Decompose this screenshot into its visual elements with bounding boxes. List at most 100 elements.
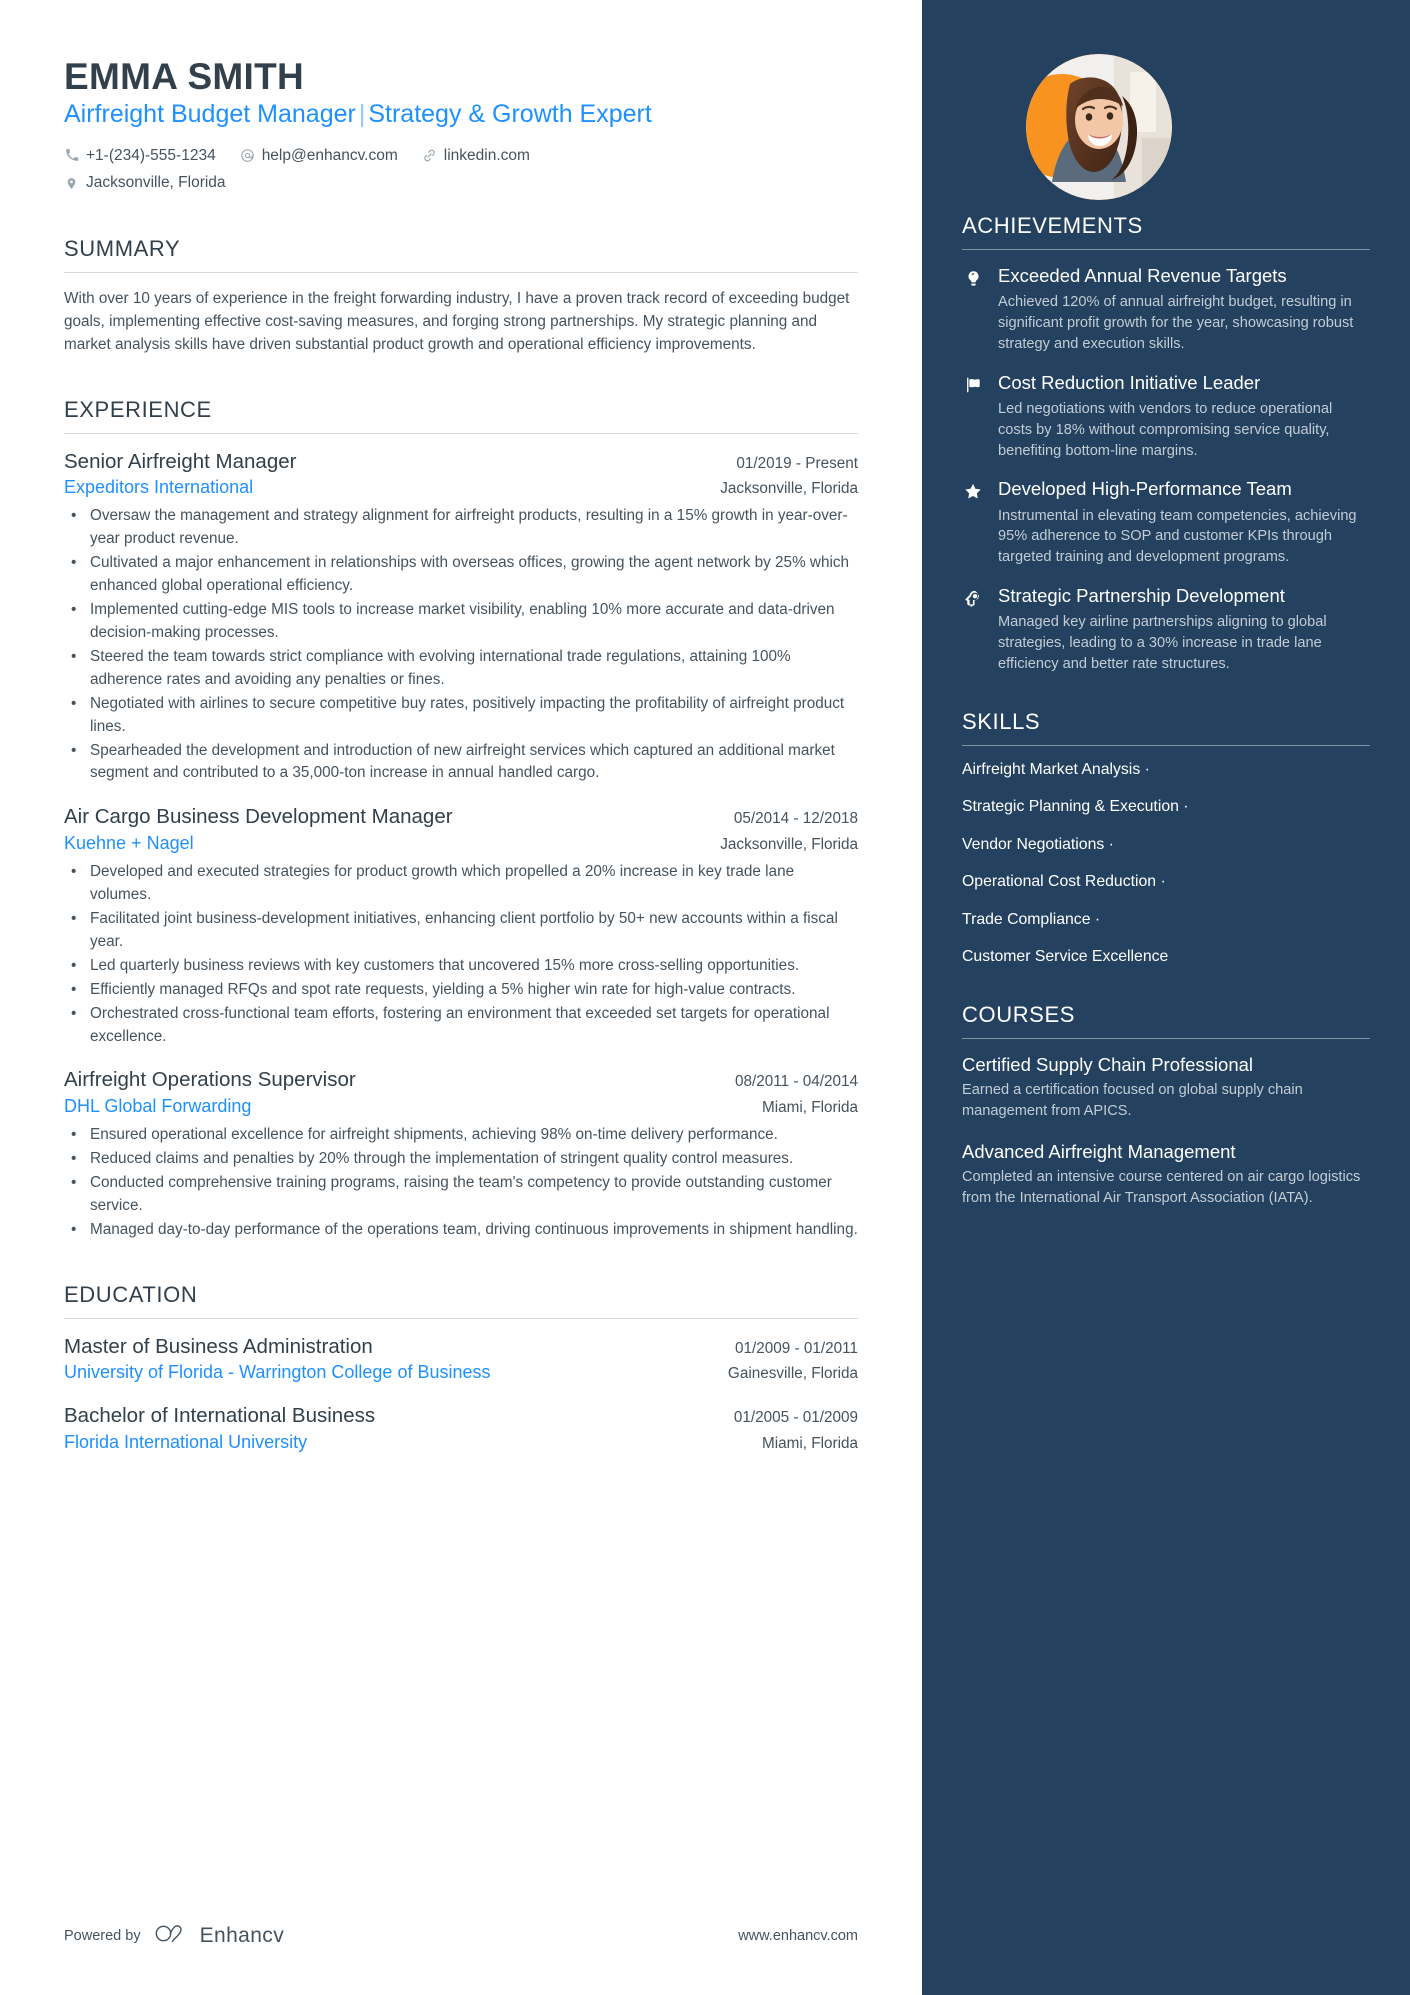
achievements-heading: ACHIEVEMENTS — [962, 213, 1143, 238]
section-skills: SKILLS Airfreight Market Analysis · Stra… — [962, 709, 1370, 968]
footer-url[interactable]: www.enhancv.com — [738, 1928, 858, 1944]
contact-location: Jacksonville, Florida — [64, 170, 226, 196]
list-item: • Efficiently managed RFQs and spot rate… — [64, 979, 858, 1002]
list-item: • Reduced claims and penalties by 20% th… — [64, 1148, 858, 1171]
achievement-title: Strategic Partnership Development — [998, 585, 1285, 607]
achievement-item: Cost Reduction Initiative Leader Led neg… — [962, 371, 1370, 462]
contact-phone[interactable]: +1-(234)-555-1234 — [64, 143, 216, 169]
professional-headline: Airfreight Budget Manager | Strategy & Gro… — [64, 99, 858, 130]
experience-bullet-text: Developed and executed strategies for pr… — [90, 862, 795, 903]
link-icon — [422, 148, 437, 163]
education-entry: Bachelor of International Business 01/20… — [64, 1402, 858, 1454]
education-entry-header: Bachelor of International Business 01/20… — [64, 1402, 858, 1429]
experience-entry-header: Senior Airfreight Manager 01/2019 - Pres… — [64, 448, 858, 475]
skill-item: Trade Compliance · — [962, 910, 1101, 928]
course-title: Advanced Airfreight Management — [962, 1140, 1236, 1162]
bullet-dot-icon: • — [71, 862, 77, 880]
experience-dates: 01/2019 - Present — [736, 454, 858, 472]
education-entry-subheader: University of Florida - Warrington Colle… — [64, 1360, 858, 1384]
list-item: • Orchestrated cross-functional team eff… — [64, 1003, 858, 1049]
location-pin-icon — [64, 176, 79, 191]
achievement-title: Cost Reduction Initiative Leader — [998, 371, 1261, 393]
experience-bullet-text: Ensured operational excellence for airfr… — [90, 1126, 778, 1144]
experience-bullet-text: Negotiated with airlines to secure compe… — [90, 694, 845, 735]
experience-bullet-text: Reduced claims and penalties by 20% thro… — [90, 1149, 794, 1167]
list-item: • Facilitated joint business-development… — [64, 908, 858, 954]
page-title: EMMA SMITH — [64, 56, 305, 97]
achievement-item: Exceeded Annual Revenue Targets Achieved… — [962, 264, 1370, 355]
page-footer: Powered by Enhancv www.enhancv.com — [64, 1923, 858, 1949]
education-dates: 01/2005 - 01/2009 — [733, 1409, 858, 1427]
contact-location-text: Jacksonville, Florida — [86, 174, 226, 192]
contact-email-text: help@enhancv.com — [261, 146, 398, 164]
experience-dates: 05/2014 - 12/2018 — [733, 810, 858, 828]
experience-entry: Senior Airfreight Manager 01/2019 - Pres… — [64, 448, 858, 786]
experience-entry: Airfreight Operations Supervisor 08/2011… — [64, 1066, 858, 1241]
contact-row-primary: +1-(234)-555-1234 help@enhancv.com linke… — [64, 143, 858, 169]
experience-company[interactable]: Kuehne + Nagel — [64, 831, 194, 855]
bullet-dot-icon: • — [71, 956, 77, 974]
headline-separator: | — [358, 100, 366, 129]
bullet-dot-icon: • — [71, 554, 77, 572]
education-school[interactable]: University of Florida - Warrington Colle… — [64, 1360, 491, 1384]
bullet-dot-icon: • — [71, 741, 77, 759]
headline-specialty: Strategy & Growth Expert — [368, 100, 652, 129]
achievement-description: Instrumental in elevating team competenc… — [998, 507, 1357, 566]
experience-bullet-text: Orchestrated cross-functional team effor… — [90, 1004, 830, 1045]
summary-heading: SUMMARY — [64, 235, 181, 261]
courses-divider — [962, 1038, 1370, 1039]
course-description: Earned a certification focused on global… — [962, 1082, 1303, 1119]
course-title: Certified Supply Chain Professional — [962, 1054, 1254, 1075]
experience-divider — [64, 432, 858, 434]
list-item: • Managed day-to-day performance of the … — [64, 1219, 858, 1242]
education-entry-subheader: Florida International University Miami, … — [64, 1430, 858, 1454]
skills-list: Airfreight Market Analysis · Strategic P… — [962, 760, 1370, 968]
education-school[interactable]: Florida International University — [64, 1430, 307, 1454]
experience-entry-subheader: DHL Global Forwarding Miami, Florida — [64, 1094, 858, 1118]
contact-linkedin[interactable]: linkedin.com — [422, 143, 530, 169]
experience-bullet-text: Conducted comprehensive training program… — [90, 1173, 832, 1214]
bullet-dot-icon: • — [71, 980, 77, 998]
experience-location: Jacksonville, Florida — [720, 480, 858, 498]
experience-heading: EXPERIENCE — [64, 396, 212, 422]
list-item: • Steered the team towards strict compli… — [64, 646, 858, 692]
achievement-title: Exceeded Annual Revenue Targets — [998, 265, 1287, 286]
education-degree: Master of Business Administration — [64, 1334, 373, 1358]
achievements-list: Exceeded Annual Revenue Targets Achieved… — [962, 264, 1370, 675]
contact-row-location: Jacksonville, Florida — [64, 170, 858, 196]
achievement-item: Developed High-Performance Team Instrume… — [962, 477, 1370, 568]
achievement-body: Cost Reduction Initiative Leader Led neg… — [998, 371, 1370, 462]
bullet-dot-icon: • — [71, 1220, 77, 1238]
contact-email[interactable]: help@enhancv.com — [240, 143, 398, 169]
experience-bullet-text: Spearheaded the development and introduc… — [90, 741, 835, 782]
achievement-body: Strategic Partnership Development Manage… — [998, 584, 1370, 675]
education-list: Master of Business Administration 01/200… — [64, 1333, 858, 1454]
sidebar-content: ACHIEVEMENTS Exceeded Annual Revenue Tar… — [962, 0, 1370, 1209]
experience-bullets: • Oversaw the management and strategy al… — [64, 505, 858, 785]
experience-entry-subheader: Expeditors International Jacksonville, F… — [64, 475, 858, 499]
skill-item: Strategic Planning & Execution · — [962, 798, 1189, 816]
section-summary: SUMMARY With over 10 years of experience… — [64, 236, 858, 357]
experience-company[interactable]: Expeditors International — [64, 475, 253, 499]
resume-main-column: EMMA SMITH Airfreight Budget Manager | Str… — [0, 0, 922, 1995]
skills-divider — [962, 744, 1370, 746]
powered-by-label: Powered by — [64, 1928, 141, 1944]
headline-role: Airfreight Budget Manager — [64, 100, 356, 129]
list-item: • Oversaw the management and strategy al… — [64, 505, 858, 551]
powered-by-block: Powered by Enhancv — [64, 1923, 284, 1949]
experience-location: Miami, Florida — [761, 1098, 858, 1116]
course-description: Completed an intensive course centered o… — [962, 1168, 1361, 1206]
experience-company[interactable]: DHL Global Forwarding — [64, 1094, 251, 1118]
list-item: • Led quarterly business reviews with ke… — [64, 955, 858, 978]
infinity-heart-icon — [155, 1923, 189, 1949]
phone-icon — [64, 148, 79, 163]
experience-entry: Air Cargo Business Development Manager 0… — [64, 803, 858, 1048]
experience-bullet-text: Facilitated joint business-development i… — [90, 909, 838, 950]
section-achievements: ACHIEVEMENTS Exceeded Annual Revenue Tar… — [962, 213, 1370, 675]
achievement-description: Achieved 120% of annual airfreight budge… — [998, 294, 1354, 352]
achievements-divider — [962, 249, 1370, 250]
resume-page: EMMA SMITH Airfreight Budget Manager | Str… — [0, 0, 1410, 1995]
experience-role: Air Cargo Business Development Manager — [64, 805, 453, 829]
skill-item: Vendor Negotiations · — [962, 835, 1114, 853]
bullet-dot-icon: • — [71, 909, 77, 927]
